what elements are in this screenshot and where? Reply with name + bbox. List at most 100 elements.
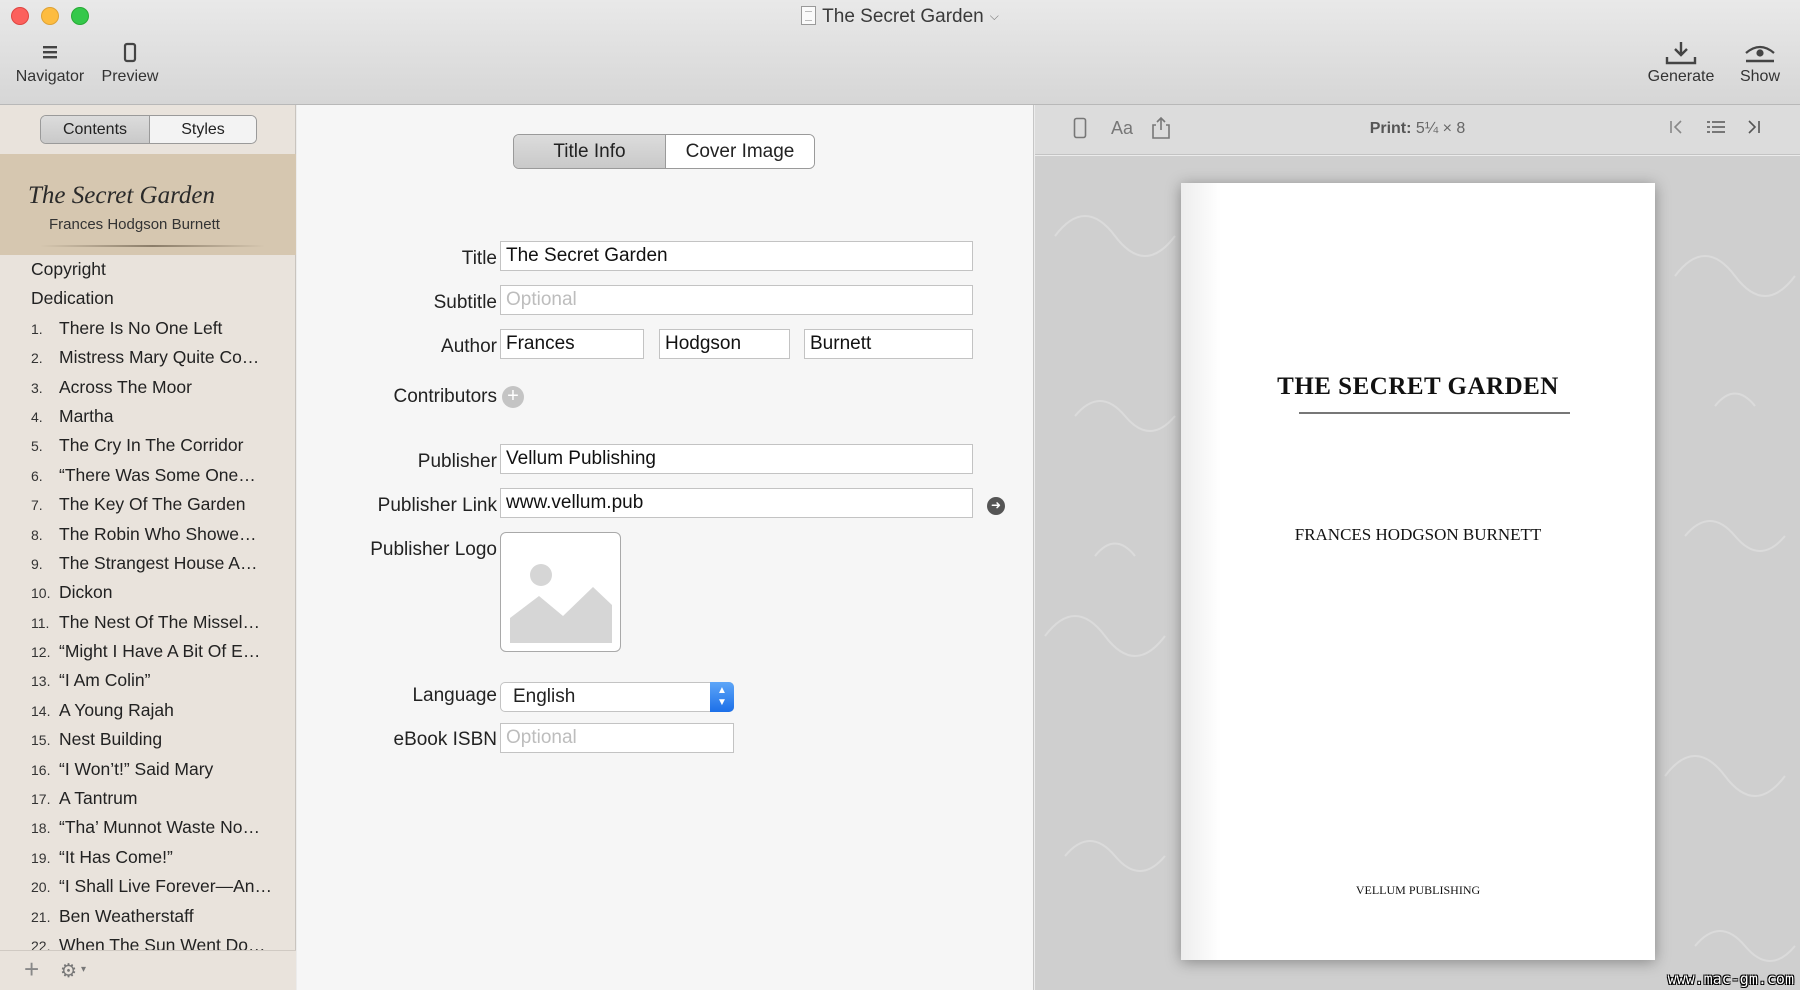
page-book-title: THE SECRET GARDEN [1277, 373, 1559, 400]
toc-item[interactable]: 8. The Robin Who Showe… [0, 520, 280, 549]
toc-item-label: Copyright [31, 259, 106, 279]
toc-item[interactable]: 6. “There Was Some One… [0, 461, 280, 490]
toc-item[interactable]: 11. The Nest Of The Missel… [0, 608, 280, 637]
tab-title-info[interactable]: Title Info [514, 135, 665, 168]
add-contributor-icon[interactable]: + [502, 386, 524, 408]
toc-item-number: 12. [31, 644, 51, 661]
navigator-sidebar: Contents Styles The Secret Garden France… [0, 105, 296, 990]
page-book-author: FRANCES HODGSON BURNETT [1294, 525, 1542, 544]
toc-item-label: “I Won’t!” Said Mary [59, 758, 214, 779]
book-page-preview[interactable]: THE SECRET GARDEN FRANCES HODGSON BURNET… [1181, 183, 1655, 960]
select-stepper-icon: ▲ ▼ [710, 682, 734, 712]
preview-label: Preview [101, 68, 159, 85]
book-author: Frances Hodgson Burnett [49, 216, 220, 233]
toc-item-label: “It Has Come!” [59, 846, 173, 867]
download-icon [1643, 40, 1719, 68]
toc-item[interactable]: 4. Martha [0, 402, 280, 431]
toc-item-number: 2. [31, 350, 43, 367]
toc-item-number: 17. [31, 791, 51, 808]
toc-item[interactable]: 18. “Tha’ Munnot Waste No… [0, 813, 280, 842]
chevron-down-icon: ⌵ [989, 9, 999, 23]
generate-button[interactable]: Generate [1643, 40, 1719, 86]
toc-item[interactable]: 9. The Strangest House A… [0, 549, 280, 578]
watermark-text: www.mac-gm.com [1667, 970, 1794, 988]
subtitle-field[interactable]: Optional [500, 285, 973, 315]
toc-item[interactable]: 2. Mistress Mary Quite Co… [0, 343, 280, 372]
toc-item[interactable]: 10. Dickon [0, 578, 280, 607]
toc-item[interactable]: 1. There Is No One Left [0, 314, 280, 343]
toc-item-number: 6. [31, 467, 43, 484]
author-last-name-field[interactable]: Burnett [804, 329, 973, 359]
tab-styles[interactable]: Styles [149, 116, 256, 143]
toc-item-label: A Young Rajah [59, 699, 174, 720]
toc-item[interactable]: 16. “I Won’t!” Said Mary [0, 755, 280, 784]
book-title: The Secret Garden [28, 182, 215, 209]
toc-item-label: Dickon [59, 582, 113, 603]
form-segmented-control: Title Info Cover Image [513, 134, 815, 169]
toc-item-label: The Robin Who Showe… [59, 523, 257, 544]
title-info-form: Title Info Cover Image Title The Secret … [297, 105, 1034, 990]
list-icon[interactable] [1705, 117, 1727, 143]
toc-item-number: 18. [31, 820, 51, 837]
toc-item-number: 19. [31, 849, 51, 866]
author-first-name-field[interactable]: Frances [500, 329, 644, 359]
chevron-down-icon: ▾ [81, 964, 87, 975]
window-titlebar: The Secret Garden ⌵ Navigator Preview Gen… [0, 0, 1800, 105]
toc-item[interactable]: Copyright [0, 255, 280, 284]
toc-item-label: The Key Of The Garden [59, 494, 246, 515]
toc-item[interactable]: 15. Nest Building [0, 725, 280, 754]
publisher-logo-label: Publisher Logo [370, 539, 497, 560]
isbn-field[interactable]: Optional [500, 723, 734, 753]
table-of-contents: Copyright Dedication 1. There Is No One Lef… [0, 255, 296, 955]
toc-item[interactable]: 17. A Tantrum [0, 784, 280, 813]
tab-contents[interactable]: Contents [41, 116, 149, 143]
toc-item-label: There Is No One Left [59, 317, 223, 338]
navigator-label: Navigator [15, 68, 85, 85]
toc-item[interactable]: 12. “Might I Have A Bit Of E… [0, 637, 280, 666]
toc-item[interactable]: 13. “I Am Colin” [0, 666, 280, 695]
toc-item-label: Ben Weatherstaff [59, 905, 194, 926]
toc-item-number: 1. [31, 320, 43, 337]
toc-item[interactable]: Dedication [0, 284, 280, 313]
language-select[interactable]: English ▲ ▼ [500, 682, 734, 712]
toc-item-label: A Tantrum [59, 788, 138, 809]
navigator-button[interactable]: Navigator [12, 40, 88, 86]
toc-item-label: “I Am Colin” [59, 670, 151, 691]
toc-item[interactable]: 19. “It Has Come!” [0, 843, 280, 872]
toc-item[interactable]: 14. A Young Rajah [0, 696, 280, 725]
language-label: Language [412, 685, 497, 706]
publisher-link-field[interactable]: www.vellum.pub [500, 488, 973, 518]
author-middle-name-field[interactable]: Hodgson [659, 329, 790, 359]
last-page-icon[interactable] [1743, 117, 1763, 143]
toc-item[interactable]: 3. Across The Moor [0, 373, 280, 402]
toc-item-number: 9. [31, 555, 43, 572]
window-title-text: The Secret Garden [822, 6, 984, 27]
tab-cover-image[interactable]: Cover Image [665, 135, 814, 168]
open-link-arrow-icon[interactable]: ➜ [987, 497, 1005, 515]
window-title[interactable]: The Secret Garden ⌵ [0, 6, 1800, 28]
toc-item-number: 20. [31, 879, 51, 896]
toc-item-label: Martha [59, 405, 114, 426]
phone-icon [98, 40, 162, 68]
hamburger-icon [12, 40, 88, 68]
toc-item[interactable]: 7. The Key Of The Garden [0, 490, 280, 519]
toc-item[interactable]: 5. The Cry In The Corridor [0, 431, 280, 460]
show-button[interactable]: Show [1731, 40, 1789, 86]
publisher-field[interactable]: Vellum Publishing [500, 444, 973, 474]
toc-item[interactable]: 20. “I Shall Live Forever—An… [0, 872, 280, 901]
preview-button[interactable]: Preview [98, 40, 162, 86]
toc-item-label: Dedication [31, 288, 114, 309]
add-icon[interactable]: + [24, 954, 39, 985]
gear-icon[interactable]: ⚙ [60, 960, 77, 983]
eye-icon [1731, 40, 1789, 68]
first-page-icon[interactable] [1667, 117, 1687, 143]
title-field[interactable]: The Secret Garden [500, 241, 973, 271]
toc-item-number: 11. [31, 614, 50, 631]
toc-item-label: “I Shall Live Forever—An… [59, 876, 272, 897]
publisher-logo-well[interactable] [500, 532, 621, 652]
book-header[interactable]: The Secret Garden Frances Hodgson Burnet… [0, 154, 296, 255]
toc-item-label: Mistress Mary Quite Co… [59, 347, 260, 368]
title-label: Title [461, 248, 497, 269]
header-divider [40, 245, 265, 247]
toc-item[interactable]: 21. Ben Weatherstaff [0, 902, 280, 931]
